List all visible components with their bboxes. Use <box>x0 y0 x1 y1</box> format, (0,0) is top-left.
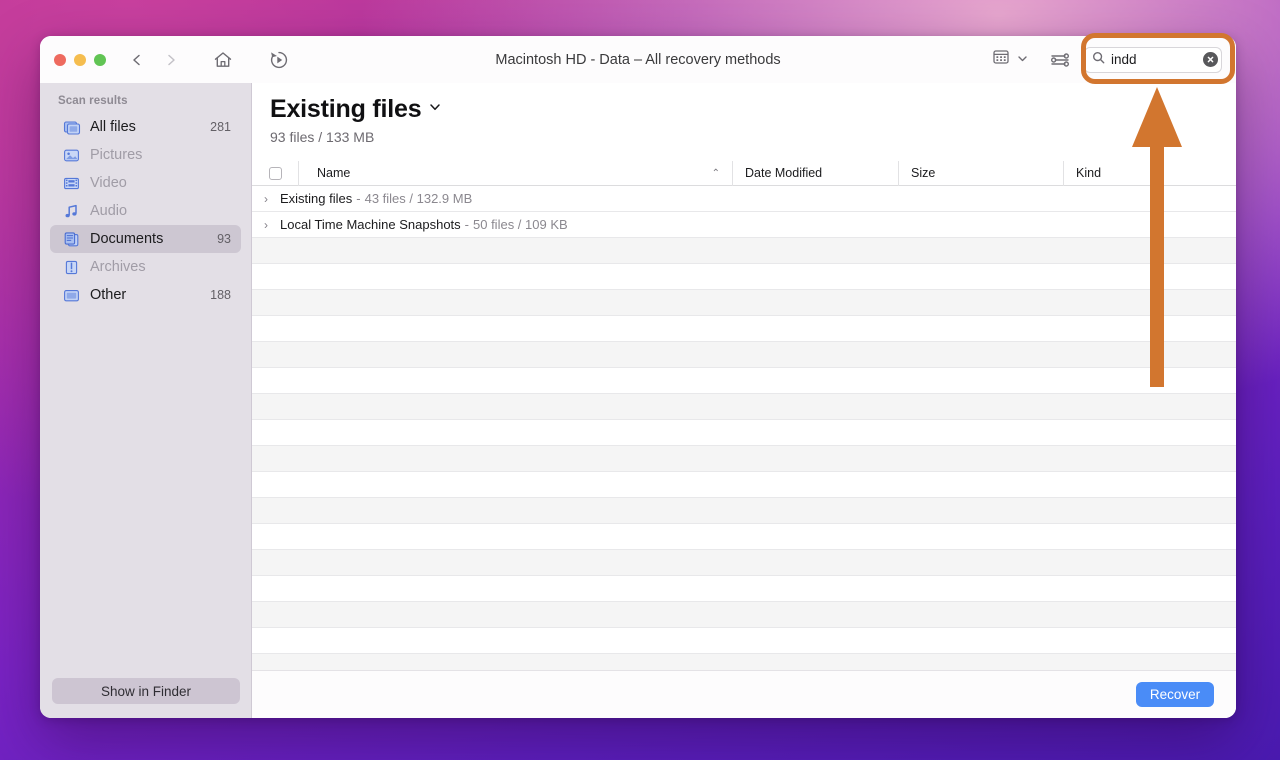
close-window-button[interactable] <box>54 53 66 66</box>
search-input[interactable] <box>1111 52 1197 67</box>
sidebar-item-count: 281 <box>210 120 231 134</box>
picture-icon <box>62 146 81 165</box>
other-files-icon <box>62 286 81 305</box>
section-title-row[interactable]: Existing files <box>270 95 1236 124</box>
traffic-lights <box>54 53 106 66</box>
column-header-date-modified[interactable]: Date Modified <box>732 160 898 186</box>
table-row[interactable]: › Local Time Machine Snapshots - 50 file… <box>252 212 1236 238</box>
content-footer: Recover <box>252 670 1236 718</box>
sliders-icon[interactable] <box>1050 51 1070 69</box>
table-row-empty <box>252 576 1236 602</box>
table-row[interactable]: › Existing files - 43 files / 132.9 MB <box>252 186 1236 212</box>
table-row-empty <box>252 238 1236 264</box>
content-header: Existing files 93 files / 133 MB <box>252 83 1236 145</box>
disclosure-triangle-icon[interactable]: › <box>264 192 280 206</box>
recover-button[interactable]: Recover <box>1136 682 1214 707</box>
sidebar-item-count: 188 <box>210 288 231 302</box>
show-in-finder-button[interactable]: Show in Finder <box>52 678 240 704</box>
column-header-name-label: Name <box>317 166 351 180</box>
table-row-empty <box>252 550 1236 576</box>
sidebar-item-audio[interactable]: Audio <box>50 197 241 225</box>
clear-search-icon[interactable] <box>1203 52 1218 67</box>
sort-ascending-icon: ⌃ <box>711 167 720 179</box>
table-row-empty <box>252 498 1236 524</box>
column-header-size[interactable]: Size <box>898 160 1063 186</box>
maximize-window-button[interactable] <box>94 53 106 66</box>
film-icon <box>62 174 81 193</box>
column-header-name[interactable]: Name ⌃ <box>298 160 732 186</box>
archive-icon <box>62 258 81 277</box>
sidebar-header: Scan results <box>58 95 128 107</box>
sidebar-item-label: Archives <box>90 259 146 275</box>
desktop-background: Macintosh HD - Data – All recovery metho… <box>0 0 1280 760</box>
table-row-empty <box>252 264 1236 290</box>
table-row-empty <box>252 342 1236 368</box>
music-note-icon <box>62 202 81 221</box>
sidebar-item-label: Other <box>90 287 127 303</box>
table-row-empty <box>252 290 1236 316</box>
column-header-kind[interactable]: Kind <box>1063 160 1236 186</box>
minimize-window-button[interactable] <box>74 53 86 66</box>
page-title: Existing files <box>270 95 422 123</box>
row-separator: - <box>464 217 469 232</box>
sidebar-item-archives[interactable]: Archives <box>50 253 241 281</box>
table-row-empty <box>252 316 1236 342</box>
table-row-empty <box>252 602 1236 628</box>
view-mode-control[interactable] <box>992 48 1028 71</box>
toolbar-right-group <box>992 36 1222 83</box>
table-row-empty <box>252 472 1236 498</box>
row-meta: 43 files / 132.9 MB <box>364 191 473 206</box>
empty-rows-container <box>252 238 1236 706</box>
sidebar-item-count: 93 <box>217 232 231 246</box>
table-row-empty <box>252 524 1236 550</box>
search-field-wrapper <box>1084 46 1222 73</box>
sidebar-item-label: Documents <box>90 231 164 247</box>
row-name: Existing files <box>280 191 353 206</box>
sidebar-item-label: Audio <box>90 203 128 219</box>
table-row-empty <box>252 446 1236 472</box>
search-icon <box>1092 51 1105 69</box>
file-list[interactable]: › Existing files - 43 files / 132.9 MB ›… <box>252 186 1236 718</box>
app-window: Macintosh HD - Data – All recovery metho… <box>40 36 1236 718</box>
sidebar-item-label: Pictures <box>90 147 143 163</box>
section-subtitle: 93 files / 133 MB <box>270 129 375 145</box>
sidebar-item-other[interactable]: Other 188 <box>50 281 241 309</box>
window-toolbar: Macintosh HD - Data – All recovery metho… <box>40 36 1236 83</box>
search-field[interactable] <box>1084 46 1222 73</box>
sidebar-item-label: Video <box>90 175 127 191</box>
table-header-row: Name ⌃ Date Modified Size Kind <box>252 160 1236 186</box>
documents-icon <box>62 230 81 249</box>
table-row-empty <box>252 628 1236 654</box>
disclosure-triangle-icon[interactable]: › <box>264 218 280 232</box>
row-name: Local Time Machine Snapshots <box>280 217 461 232</box>
row-meta: 50 files / 109 KB <box>473 217 568 232</box>
table-row-empty <box>252 394 1236 420</box>
home-icon[interactable] <box>212 49 234 71</box>
sidebar: Scan results All files 281 Pictures Vide… <box>40 83 252 718</box>
table-row-empty <box>252 420 1236 446</box>
chevron-right-icon <box>164 53 178 67</box>
select-all-column[interactable] <box>252 161 298 186</box>
sidebar-item-documents[interactable]: Documents 93 <box>50 225 241 253</box>
content-area: Existing files 93 files / 133 MB Name ⌃ … <box>252 83 1236 718</box>
stacked-files-icon <box>62 118 81 137</box>
navigation-controls <box>130 53 178 67</box>
row-separator: - <box>356 191 361 206</box>
sidebar-item-label: All files <box>90 119 136 135</box>
chevron-down-icon[interactable] <box>1017 51 1028 69</box>
gallery-view-icon[interactable] <box>992 48 1010 71</box>
table-row-empty <box>252 368 1236 394</box>
sidebar-item-all-files[interactable]: All files 281 <box>50 113 241 141</box>
chevron-left-icon[interactable] <box>130 53 144 67</box>
sidebar-item-video[interactable]: Video <box>50 169 241 197</box>
rewind-play-icon[interactable] <box>268 49 290 71</box>
select-all-checkbox[interactable] <box>268 166 282 180</box>
sidebar-item-pictures[interactable]: Pictures <box>50 141 241 169</box>
chevron-down-icon[interactable] <box>428 100 442 119</box>
